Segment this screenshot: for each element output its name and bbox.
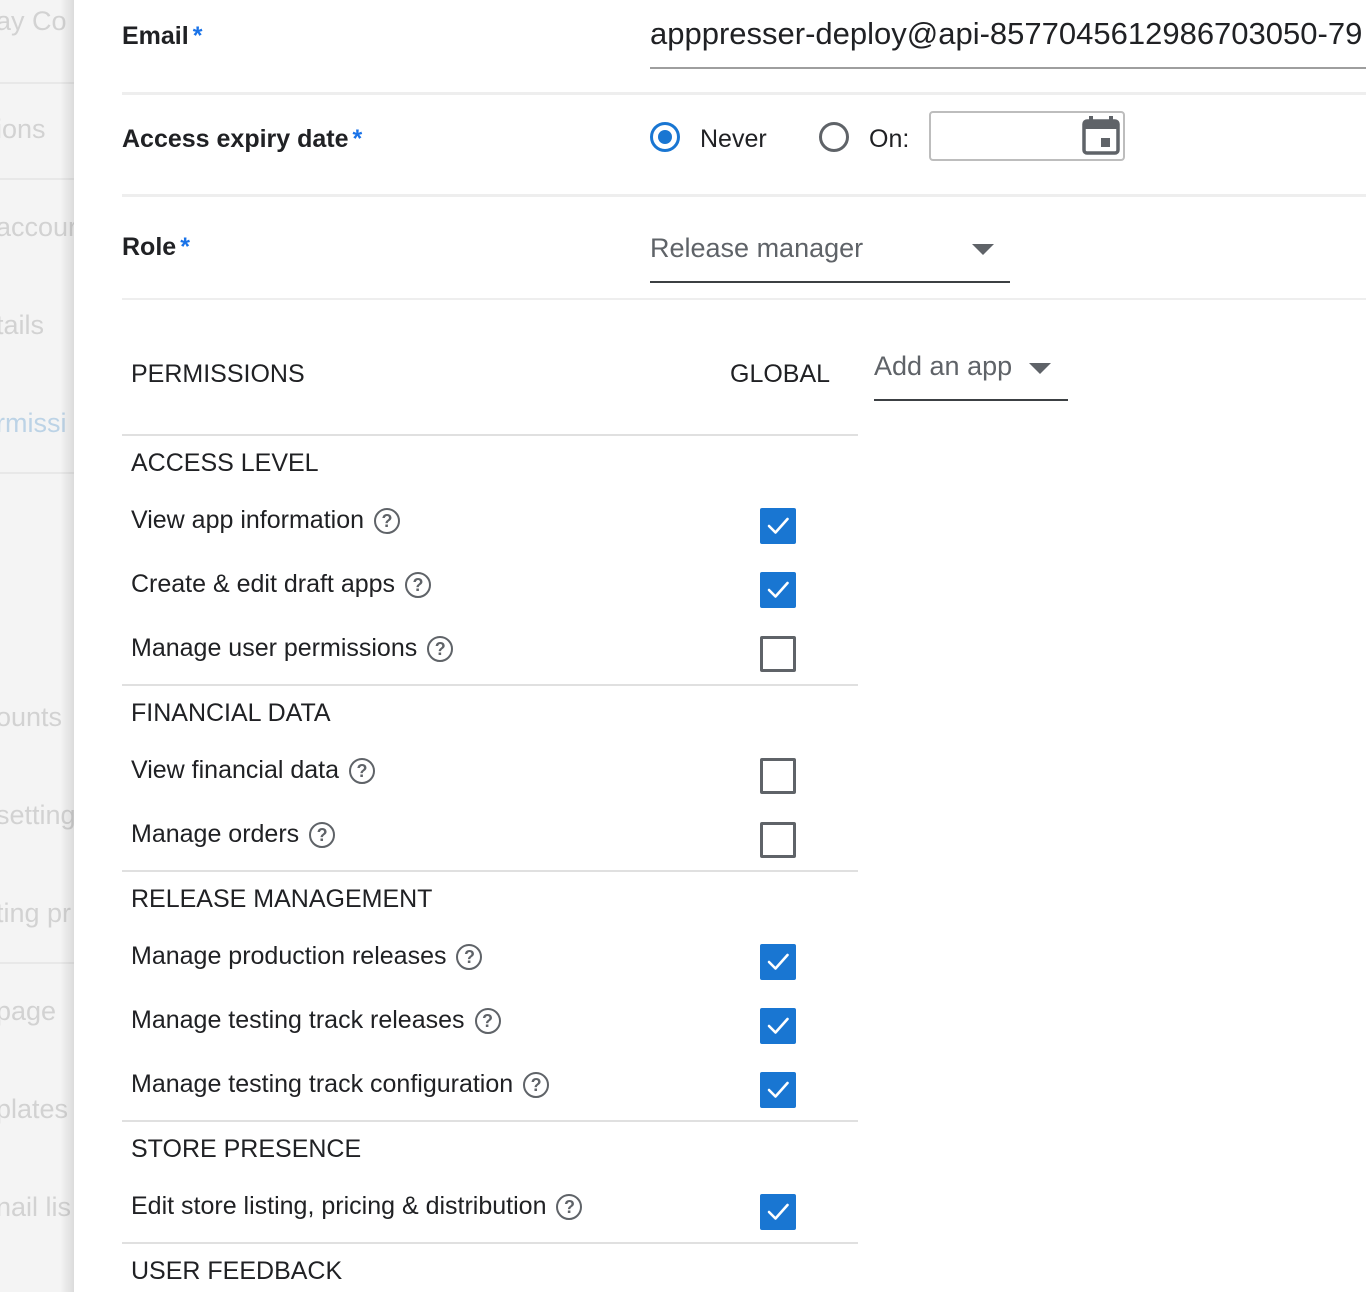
section-divider xyxy=(122,684,858,686)
permission-label: Manage user permissions? xyxy=(131,634,454,663)
permission-checkbox[interactable] xyxy=(760,636,796,672)
permission-checkbox[interactable] xyxy=(760,508,796,544)
role-select-underline xyxy=(650,281,1010,283)
checkmark-icon xyxy=(767,1017,789,1034)
permission-checkbox[interactable] xyxy=(760,822,796,858)
section-title-release-management: RELEASE MANAGEMENT xyxy=(131,885,433,913)
checkmark-icon xyxy=(767,1081,789,1098)
sidebar: ay Co ions accour tails rmissi ounts set… xyxy=(0,0,74,1292)
section-title-financial-data: FINANCIAL DATA xyxy=(131,699,331,727)
help-icon[interactable]: ? xyxy=(427,635,454,662)
required-marker: * xyxy=(180,233,190,261)
email-field[interactable]: apppresser-deploy@api-857704561298670305… xyxy=(650,16,1362,52)
help-icon[interactable]: ? xyxy=(474,1007,501,1034)
permission-label: Manage testing track configuration? xyxy=(131,1070,550,1099)
permission-checkbox[interactable] xyxy=(760,944,796,980)
never-radio[interactable] xyxy=(650,122,680,152)
help-icon[interactable]: ? xyxy=(556,1193,583,1220)
sidebar-item[interactable]: ions xyxy=(0,114,46,145)
checkmark-icon xyxy=(767,953,789,970)
permission-label: Manage orders? xyxy=(131,820,336,849)
permissions-header: PERMISSIONS xyxy=(131,360,305,388)
email-label: Email * xyxy=(122,22,203,50)
sidebar-item[interactable]: plates xyxy=(0,1094,68,1125)
row-divider xyxy=(122,92,1366,95)
permission-label: Create & edit draft apps? xyxy=(131,570,432,599)
checkmark-icon xyxy=(767,581,789,598)
section-title-user-feedback: USER FEEDBACK xyxy=(131,1257,343,1285)
help-icon[interactable]: ? xyxy=(523,1071,550,1098)
sidebar-item[interactable]: ounts xyxy=(0,702,62,733)
caret-down-icon[interactable] xyxy=(972,244,994,255)
permission-checkbox[interactable] xyxy=(760,1072,796,1108)
role-label: Role * xyxy=(122,233,190,261)
section-divider xyxy=(122,1120,858,1122)
help-icon[interactable]: ? xyxy=(374,507,401,534)
sidebar-item[interactable]: page xyxy=(0,996,56,1027)
required-marker: * xyxy=(192,22,203,50)
section-title-access-level: ACCESS LEVEL xyxy=(131,449,319,477)
help-icon[interactable]: ? xyxy=(456,943,483,970)
calendar-icon[interactable] xyxy=(1081,114,1121,156)
help-icon[interactable]: ? xyxy=(309,821,336,848)
on-date-radio[interactable] xyxy=(819,122,849,152)
global-header: GLOBAL xyxy=(730,360,831,388)
sidebar-item[interactable]: tails xyxy=(0,310,44,341)
on-date-radio-label[interactable]: On: xyxy=(869,125,909,154)
section-divider xyxy=(122,434,858,436)
role-select[interactable]: Release manager xyxy=(650,233,863,264)
sidebar-shadow xyxy=(60,0,74,1292)
help-icon[interactable]: ? xyxy=(349,757,376,784)
permission-label: Edit store listing, pricing & distributi… xyxy=(131,1192,583,1221)
add-app-underline xyxy=(874,399,1068,401)
permission-label: Manage production releases? xyxy=(131,942,483,971)
checkmark-icon xyxy=(767,1203,789,1220)
caret-down-icon[interactable] xyxy=(1029,363,1051,374)
section-divider xyxy=(122,870,858,872)
permission-label: View financial data? xyxy=(131,756,376,785)
row-divider xyxy=(122,298,1366,300)
permission-checkbox[interactable] xyxy=(760,1008,796,1044)
sidebar-item[interactable]: ay Co xyxy=(0,6,67,37)
add-app-select[interactable]: Add an app xyxy=(874,351,1012,382)
permission-checkbox[interactable] xyxy=(760,572,796,608)
help-icon[interactable]: ? xyxy=(405,571,432,598)
sidebar-item-active[interactable]: rmissi xyxy=(0,408,66,439)
email-field-underline xyxy=(650,67,1366,69)
access-expiry-label: Access expiry date * xyxy=(122,125,363,153)
permission-checkbox[interactable] xyxy=(760,758,796,794)
section-divider xyxy=(122,1242,858,1244)
permission-label: View app information? xyxy=(131,506,401,535)
row-divider xyxy=(122,194,1366,197)
permission-checkbox[interactable] xyxy=(760,1194,796,1230)
never-radio-label[interactable]: Never xyxy=(700,125,767,154)
checkmark-icon xyxy=(767,517,789,534)
required-marker: * xyxy=(352,125,363,153)
permission-label: Manage testing track releases? xyxy=(131,1006,501,1035)
section-title-store-presence: STORE PRESENCE xyxy=(131,1135,362,1163)
